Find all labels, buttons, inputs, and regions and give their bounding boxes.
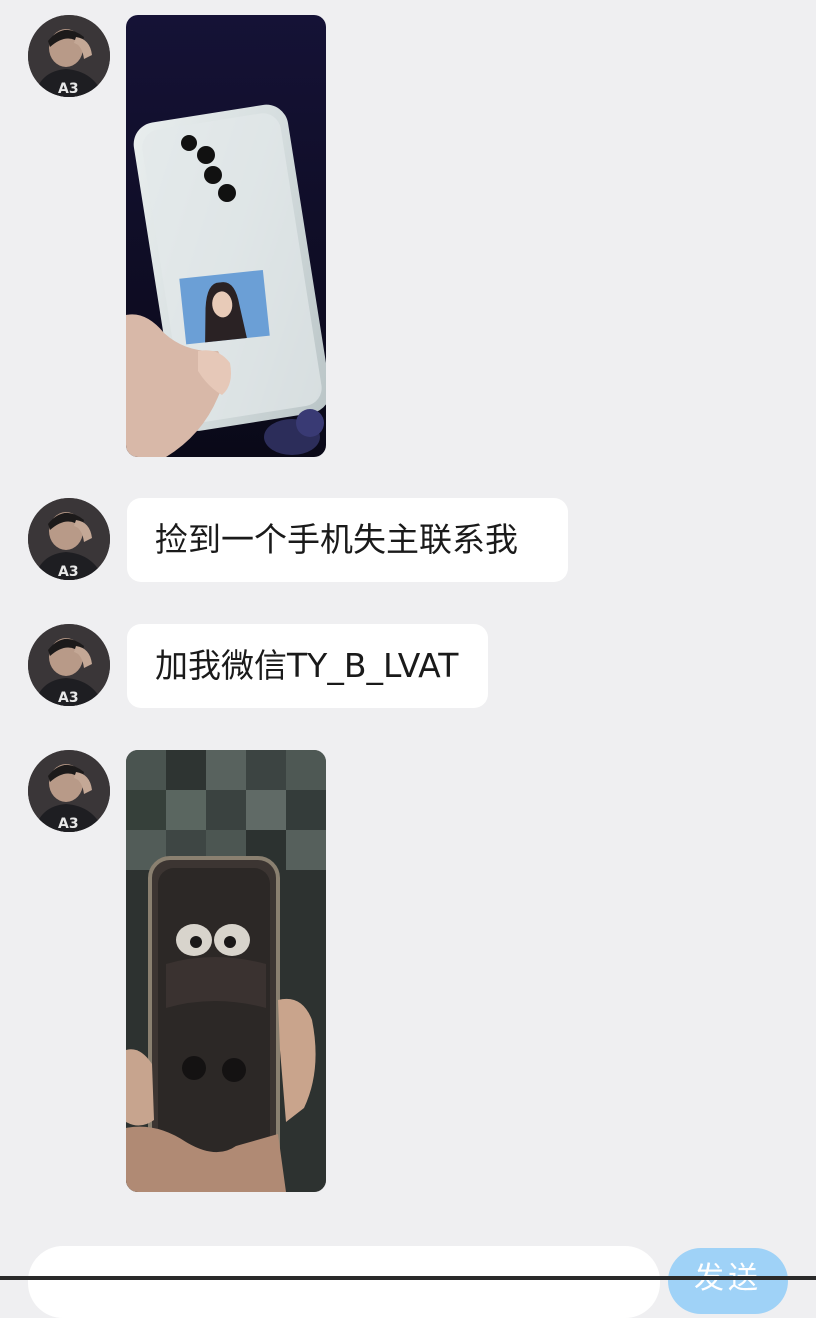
message-bubble[interactable]: 捡到一个手机失主联系我 [127, 498, 568, 582]
message-bubble[interactable]: 加我微信TY_B_LVAT [127, 624, 488, 708]
message-composer: 发送 [0, 1232, 816, 1318]
sender-avatar[interactable]: A3 [28, 498, 110, 580]
message-image-phone-clear-case[interactable] [126, 15, 326, 457]
message-image-phone-cartoon-case[interactable] [126, 750, 326, 1192]
svg-text:A3: A3 [58, 564, 79, 580]
send-button[interactable]: 发送 [668, 1248, 788, 1314]
sender-avatar[interactable]: A3 [28, 15, 110, 97]
svg-text:A3: A3 [58, 81, 79, 97]
chat-message-list: A3 A3 捡到一个手机失主联系我 A3 加我微信TY_B_LVAT A3 [0, 0, 816, 1232]
screen-bottom-edge [0, 1276, 816, 1280]
sender-avatar[interactable]: A3 [28, 750, 110, 832]
sender-avatar[interactable]: A3 [28, 624, 110, 706]
svg-text:A3: A3 [58, 816, 79, 832]
svg-text:A3: A3 [58, 690, 79, 706]
message-input[interactable] [28, 1246, 660, 1318]
